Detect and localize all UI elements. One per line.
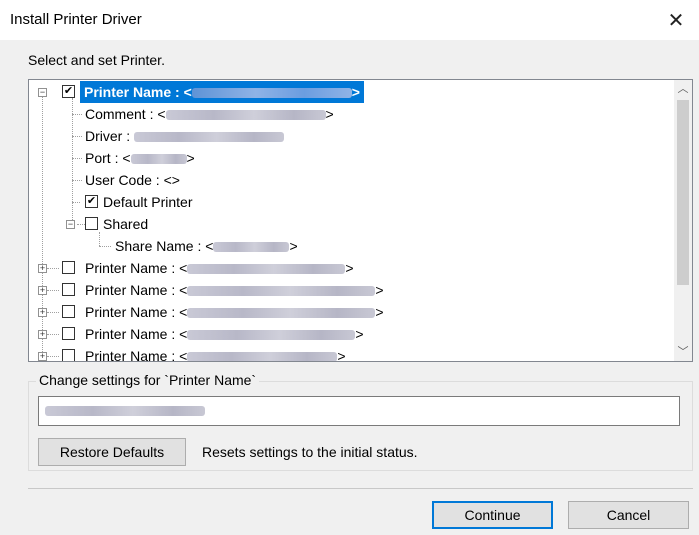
default-printer-label[interactable]: Default Printer (103, 191, 192, 213)
printer-name-field[interactable] (38, 396, 680, 426)
default-printer-checkbox[interactable]: ✔ (85, 195, 98, 208)
restore-defaults-button[interactable]: Restore Defaults (38, 438, 186, 466)
expand-icon[interactable]: + (38, 330, 47, 339)
printer-checkbox[interactable] (62, 327, 75, 340)
printer-name-label: Printer Name : < (84, 84, 192, 100)
expand-icon[interactable]: + (38, 264, 47, 273)
printer-checkbox[interactable] (62, 305, 75, 318)
shared-label[interactable]: Shared (103, 213, 148, 235)
tree-item-printer[interactable]: Printer Name : < > (85, 323, 364, 345)
tree-item-printer[interactable]: Printer Name : < > (85, 279, 384, 301)
printer-name-value (45, 406, 205, 416)
window-title: Install Printer Driver (10, 11, 142, 28)
expand-icon[interactable]: + (38, 308, 47, 317)
tree-item-comment[interactable]: Comment : < > (85, 103, 334, 125)
tree-item-printer[interactable]: Printer Name : < > (85, 257, 354, 279)
continue-button[interactable]: Continue (432, 501, 553, 529)
scroll-down-icon[interactable]: ﹀ (674, 343, 692, 361)
collapse-icon[interactable]: − (66, 220, 75, 229)
collapse-icon[interactable]: − (38, 88, 47, 97)
scrollbar-thumb[interactable] (677, 100, 689, 285)
printer-tree[interactable]: − ✔ Printer Name : < > Comment : < > Drive… (28, 79, 693, 362)
printer-checkbox[interactable] (62, 283, 75, 296)
expand-icon[interactable]: + (38, 352, 47, 361)
printer-checkbox[interactable] (62, 261, 75, 274)
tree-item-printer[interactable]: Printer Name : < > (85, 345, 346, 361)
tree-scrollbar[interactable]: ︿ ﹀ (674, 80, 692, 361)
tree-item-selected-printer[interactable]: Printer Name : < > (80, 81, 364, 103)
printer-checkbox-selected[interactable]: ✔ (62, 85, 75, 98)
tree-item-port[interactable]: Port : < > (85, 147, 195, 169)
title-bar: Install Printer Driver ✕ (0, 0, 699, 40)
close-icon[interactable]: ✕ (653, 0, 699, 40)
tree-item-driver[interactable]: Driver : (85, 125, 284, 147)
cancel-button[interactable]: Cancel (568, 501, 689, 529)
tree-item-printer[interactable]: Printer Name : < > (85, 301, 384, 323)
settings-group-label: Change settings for `Printer Name` (36, 372, 260, 388)
expand-icon[interactable]: + (38, 286, 47, 295)
separator (28, 488, 693, 489)
tree-item-user-code[interactable]: User Code : <> (85, 169, 180, 191)
scroll-up-icon[interactable]: ︿ (674, 80, 692, 98)
shared-checkbox[interactable] (85, 217, 98, 230)
printer-checkbox[interactable] (62, 349, 75, 361)
instruction-text: Select and set Printer. (28, 52, 165, 68)
restore-description: Resets settings to the initial status. (202, 444, 418, 460)
tree-item-share-name[interactable]: Share Name : < > (115, 235, 298, 257)
